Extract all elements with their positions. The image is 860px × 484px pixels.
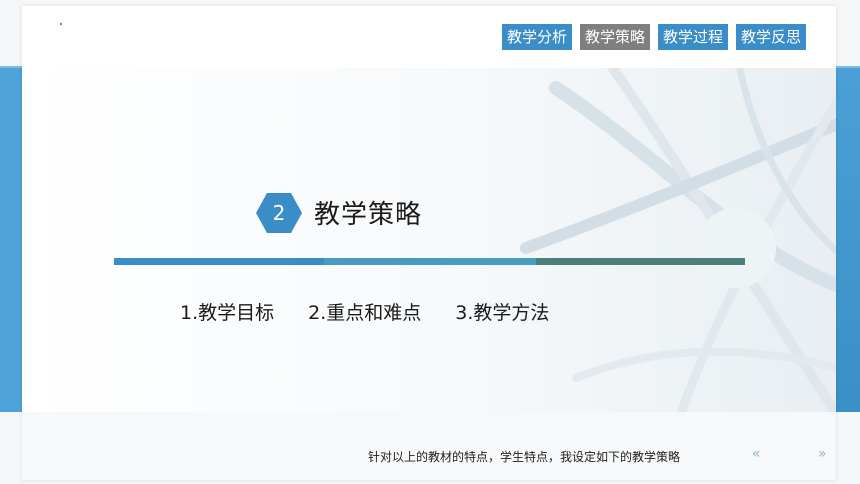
tab-reflection[interactable]: 教学反思 — [735, 24, 806, 50]
topic-list: 1.教学目标 2.重点和难点 3.教学方法 — [180, 298, 549, 325]
divider-segment-teal — [324, 258, 536, 265]
section-number-badge: 2 — [256, 193, 302, 233]
left-blue-edge — [0, 68, 22, 412]
topic-item-methods: 3.教学方法 — [455, 302, 550, 324]
background-tubes-decoration — [520, 68, 836, 412]
dot-mark — [60, 23, 62, 25]
tab-strategy[interactable]: 教学策略 — [579, 24, 650, 50]
next-arrow-icon[interactable]: » — [818, 446, 827, 462]
topic-item-objectives: 1.教学目标 — [180, 302, 275, 324]
divider-segment-green — [536, 258, 745, 265]
right-blue-edge — [836, 68, 860, 412]
slide-footer: 针对以上的教材的特点，学生特点，我设定如下的教学策略 « » — [22, 412, 836, 480]
left-edge-line — [0, 66, 22, 68]
slide-card: 教学分析 教学策略 教学过程 教学反思 2 教学策略 1.教学目标 2.重点和难… — [22, 6, 836, 480]
topic-item-key-points: 2.重点和难点 — [308, 302, 422, 324]
right-edge-line — [836, 66, 860, 68]
tab-analysis[interactable]: 教学分析 — [501, 24, 572, 50]
content-panel: 2 教学策略 1.教学目标 2.重点和难点 3.教学方法 — [22, 68, 836, 412]
footer-caption: 针对以上的教材的特点，学生特点，我设定如下的教学策略 — [368, 450, 681, 464]
slide: 教学分析 教学策略 教学过程 教学反思 2 教学策略 1.教学目标 2.重点和难… — [0, 0, 860, 484]
tab-process[interactable]: 教学过程 — [657, 24, 728, 50]
divider-segment-blue — [114, 258, 324, 265]
section-title: 教学策略 — [314, 200, 423, 230]
section-number: 2 — [272, 201, 286, 225]
slide-header: 教学分析 教学策略 教学过程 教学反思 — [22, 6, 836, 68]
prev-arrow-icon[interactable]: « — [752, 446, 761, 462]
nav-tabs: 教学分析 教学策略 教学过程 教学反思 — [501, 24, 806, 50]
